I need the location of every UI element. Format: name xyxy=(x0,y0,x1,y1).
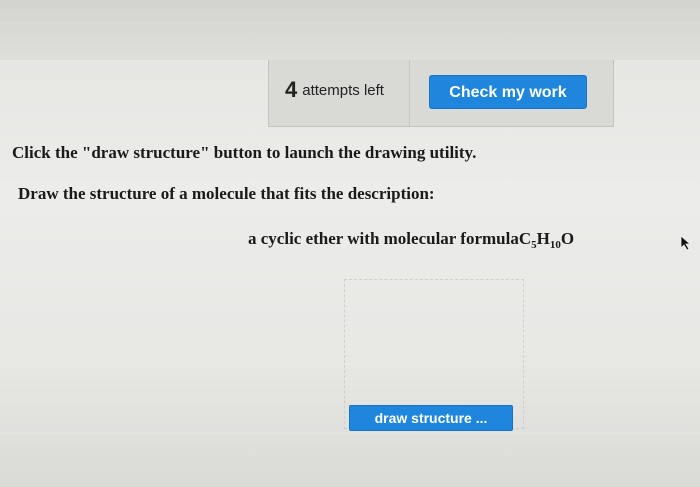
panel-divider xyxy=(409,60,410,126)
instruction-draw-utility: Click the "draw structure" button to lau… xyxy=(12,143,477,162)
attempts-label: attempts left xyxy=(302,81,384,99)
formula-carbon: C xyxy=(518,229,532,248)
check-my-work-button[interactable]: Check my work xyxy=(429,75,587,109)
attempts-indicator: 4 attempts left xyxy=(285,77,384,103)
attempts-count: 4 xyxy=(285,77,298,102)
attempt-panel: 4 attempts left Check my work xyxy=(268,60,614,127)
instruction-description: Draw the structure of a molecule that fi… xyxy=(18,184,435,203)
top-band xyxy=(0,0,700,60)
formula-oxygen: O xyxy=(560,229,575,248)
molecule-description: a cyclic ether with molecular formulaC5H… xyxy=(248,229,574,251)
formula-hydrogen: H xyxy=(536,229,550,248)
mouse-pointer-icon xyxy=(680,235,692,251)
description-text: a cyclic ether with molecular formula xyxy=(248,229,519,248)
draw-structure-button[interactable]: draw structure ... xyxy=(349,405,513,431)
formula-hydrogen-count: 10 xyxy=(549,239,561,251)
